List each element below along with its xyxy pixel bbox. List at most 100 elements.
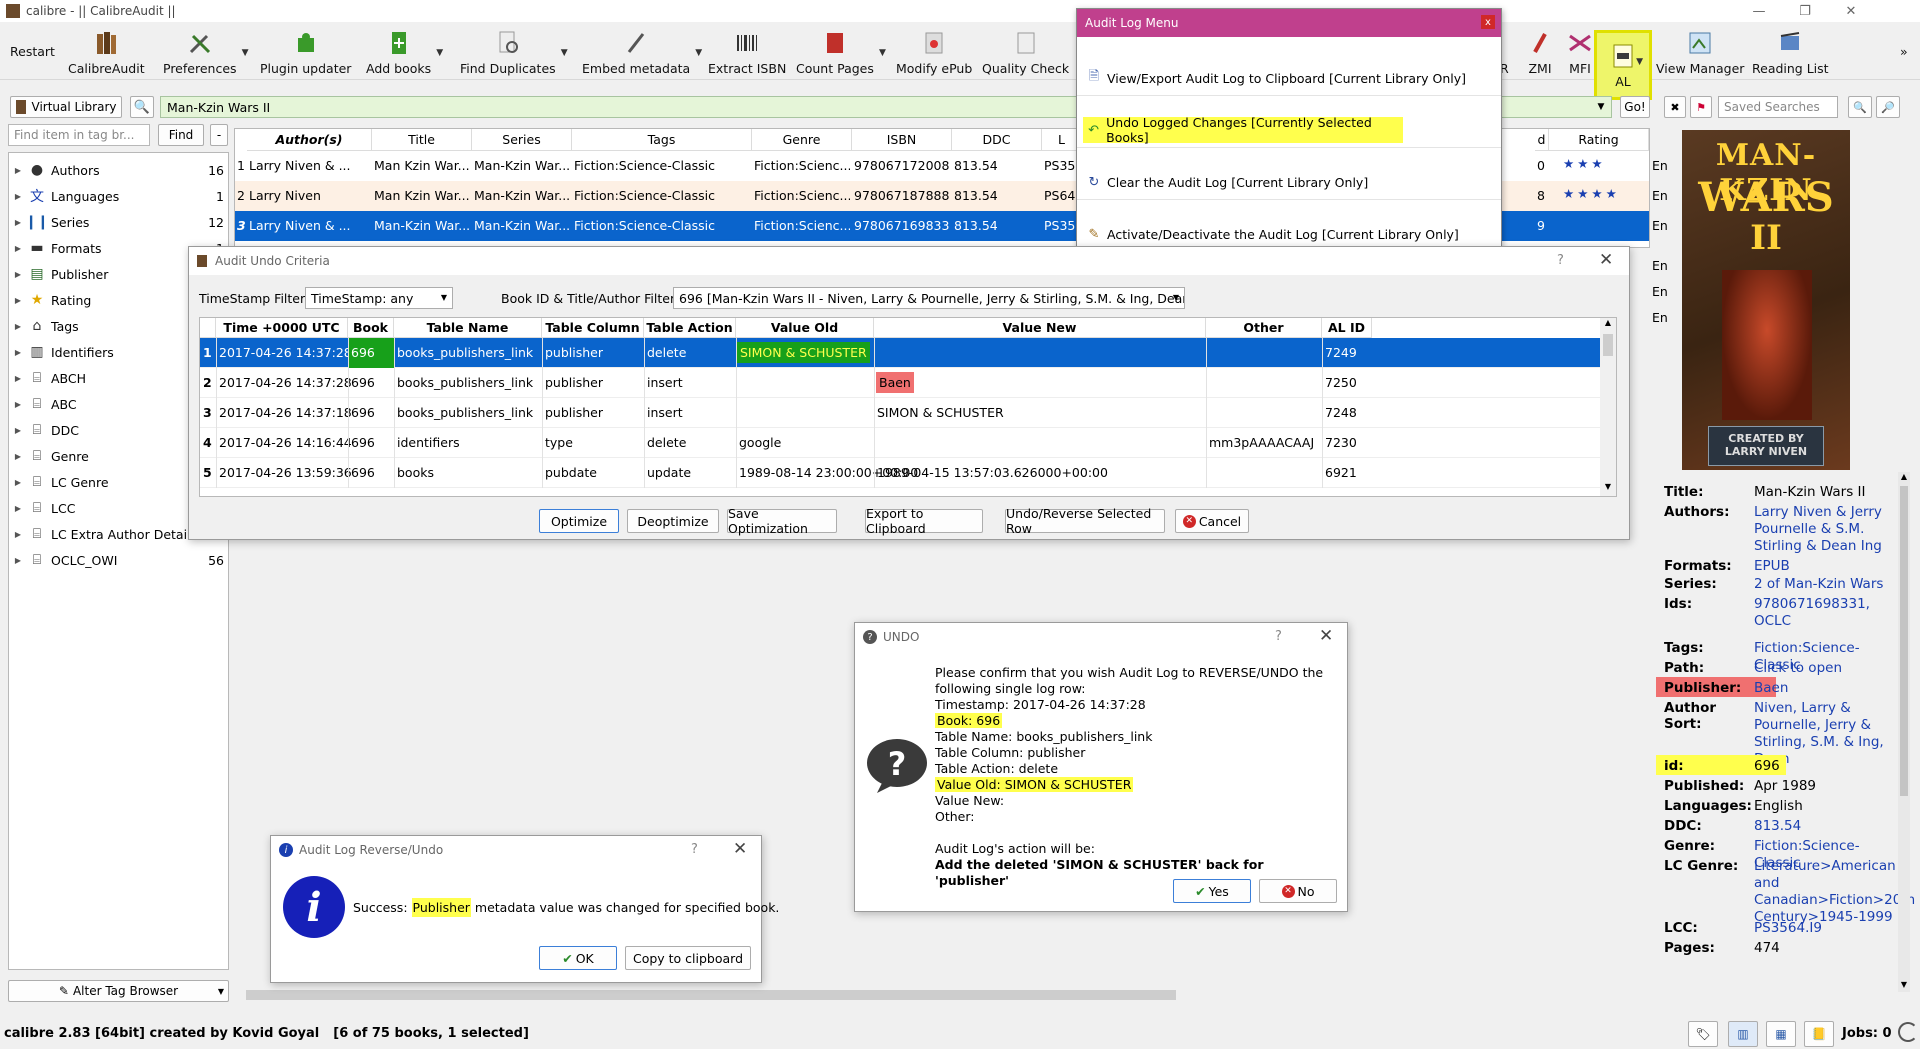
chevron-down-icon[interactable]: ▼ [436,48,443,58]
grid-header-al-id[interactable]: AL ID [1322,318,1372,338]
help-button[interactable]: ? [1557,253,1564,268]
cancel-button[interactable]: ✕ Cancel [1175,509,1249,533]
scroll-down-icon[interactable]: ▼ [1600,482,1616,496]
tag-browser-find-input[interactable]: Find item in tag br... [8,124,150,146]
detail-value-lcc[interactable]: PS3564.I9 [1754,920,1904,937]
close-window-button[interactable]: ✕ [1828,0,1874,22]
expand-arrow-icon[interactable]: ▶ [9,244,27,253]
menu-item-clear-log[interactable]: ↻ Clear the Audit Log [Current Library On… [1083,169,1369,195]
manage-searches-button[interactable]: 🔎 [1876,96,1900,118]
grid-header-book[interactable]: Book [348,318,394,338]
save-search-button[interactable]: 🔍 [1848,96,1872,118]
detail-value-series[interactable]: 2 of Man-Kzin Wars [1754,576,1904,593]
book-cover-image[interactable]: MAN-KZIN WARS II CREATED BY LARRY NIVEN [1682,130,1850,470]
detail-value-authors[interactable]: Larry Niven & Jerry Pournelle & S.M. Sti… [1754,504,1904,555]
expand-arrow-icon[interactable]: ▶ [9,270,27,279]
detail-value-ids[interactable]: 9780671698331, OCLC [1754,596,1904,630]
find-duplicates-button[interactable]: Find Duplicates ▼ [460,22,568,80]
column-header-series[interactable]: Series [472,129,572,151]
expand-arrow-icon[interactable]: ▶ [9,556,27,565]
help-button[interactable]: ? [691,842,698,857]
grid-header-table-column[interactable]: Table Column [542,318,644,338]
mfi-button[interactable]: MFI [1566,22,1594,80]
column-header-genre[interactable]: Genre [752,129,852,151]
toolbar-more-button[interactable]: » [1900,22,1908,80]
detail-value-lc-genre[interactable]: Literature>American and Canadian>Fiction… [1754,858,1915,926]
embed-metadata-button[interactable]: Embed metadata ▼ [582,22,702,80]
detail-value-publisher[interactable]: Baen [1754,680,1904,697]
chevron-down-icon[interactable]: ▼ [242,48,249,58]
scrollbar-thumb[interactable] [1900,486,1908,796]
grid-header-other[interactable]: Other [1206,318,1322,338]
menu-item-undo-logged[interactable]: ↶ Undo Logged Changes [Currently Selected… [1083,115,1403,145]
close-icon[interactable]: x [1481,15,1495,29]
detail-value-ddc[interactable]: 813.54 [1754,818,1904,835]
grid-header-value-old[interactable]: Value Old [736,318,874,338]
column-header-author-s-[interactable]: Author(s) [247,129,372,151]
expand-arrow-icon[interactable]: ▶ [9,166,27,175]
virtual-library-button[interactable]: Virtual Library [10,96,122,118]
export-to-clipboard-button[interactable]: Export to Clipboard [865,506,983,536]
tag-category-oclc-owi[interactable]: ▶ ⌸ OCLC_OWI 56 [9,547,230,573]
list-layout-button[interactable]: ▥ [1728,1021,1758,1047]
details-scrollbar[interactable]: ▲ ▼ [1898,472,1910,992]
column-header-tags[interactable]: Tags [572,129,752,151]
close-button[interactable]: ✕ [733,839,747,859]
search-icon-button[interactable]: 🔍 [130,96,154,118]
expand-arrow-icon[interactable]: ▶ [9,374,27,383]
book-filter-select[interactable]: 696 [Man-Kzin Wars II - Niven, Larry & P… [673,287,1185,309]
saved-searches-combobox[interactable]: Saved Searches [1718,96,1838,118]
menu-item-view-export[interactable]: 🗎 View/Export Audit Log to Clipboard [Cur… [1083,65,1466,91]
audit-log-row[interactable]: 5 2017-04-26 13:59:36 696 books pubdate updat… [200,458,1600,488]
tag-browser-collapse-button[interactable]: - [210,124,228,146]
expand-arrow-icon[interactable]: ▶ [9,192,27,201]
chevron-down-icon[interactable]: ▼ [695,48,702,58]
audit-log-row[interactable]: 3 2017-04-26 14:37:18 696 books_publishers_… [200,398,1600,428]
book-details-layout-button[interactable]: 📒 [1804,1021,1834,1047]
detail-value-formats[interactable]: EPUB [1754,558,1904,575]
close-button[interactable]: ✕ [1599,250,1613,270]
tag-category-authors[interactable]: ▶ ● Authors 16 [9,157,230,183]
jobs-indicator[interactable]: Jobs: 0 [1842,1026,1892,1041]
minimize-button[interactable]: — [1736,0,1782,22]
column-header-title[interactable]: Title [372,129,472,151]
detail-value-path[interactable]: Click to open [1754,660,1904,677]
grid-header-table-action[interactable]: Table Action [644,318,736,338]
grid-layout-button[interactable]: ▦ [1766,1021,1796,1047]
no-button[interactable]: ✕ No [1259,879,1337,903]
grid-header-value-new[interactable]: Value New [874,318,1206,338]
add-books-button[interactable]: Add books ▼ [366,22,443,80]
quality-check-button[interactable]: Quality Check [982,22,1069,80]
expand-arrow-icon[interactable]: ▶ [9,530,27,539]
yes-button[interactable]: ✔ Yes [1173,879,1251,903]
chevron-down-icon[interactable]: ▼ [879,48,886,58]
go-button[interactable]: Go! [1620,96,1650,118]
expand-arrow-icon[interactable]: ▶ [9,400,27,409]
book-list-hscrollbar[interactable] [234,988,1648,1002]
close-button[interactable]: ✕ [1319,626,1333,646]
maximize-button[interactable]: ❐ [1782,0,1828,22]
plugin-updater-button[interactable]: Plugin updater [260,22,351,80]
search-history-dropdown[interactable]: ▼ [1592,97,1610,117]
tag-layout-button[interactable]: 🏷 [1688,1021,1718,1047]
copy-to-clipboard-button[interactable]: Copy to clipboard [625,946,751,970]
chevron-down-icon[interactable]: ▼ [1636,57,1643,67]
expand-arrow-icon[interactable]: ▶ [9,504,27,513]
scroll-up-icon[interactable]: ▲ [1600,318,1616,332]
deoptimize-button[interactable]: Deoptimize [627,509,719,533]
clear-search-button[interactable]: ✖ [1664,96,1686,118]
expand-arrow-icon[interactable]: ▶ [9,296,27,305]
column-header-ddc[interactable]: DDC [952,129,1042,151]
ok-button[interactable]: ✔ OK [539,946,617,970]
reading-list-button[interactable]: Reading List [1752,22,1829,80]
column-header-d[interactable]: d [1535,129,1549,151]
alter-tag-browser-button[interactable]: ✎ Alter Tag Browser ▼ [8,980,229,1002]
audit-log-row[interactable]: 1 2017-04-26 14:37:28 696 books_publishers_… [200,338,1600,368]
expand-arrow-icon[interactable]: ▶ [9,478,27,487]
column-header-isbn[interactable]: ISBN [852,129,952,151]
count-pages-button[interactable]: Count Pages ▼ [796,22,886,80]
highlight-toggle-button[interactable]: ⚑ [1690,96,1712,118]
restart-button[interactable]: Restart [10,22,55,80]
preferences-button[interactable]: Preferences ▼ [163,22,249,80]
chevron-down-icon[interactable]: ▼ [561,48,568,58]
